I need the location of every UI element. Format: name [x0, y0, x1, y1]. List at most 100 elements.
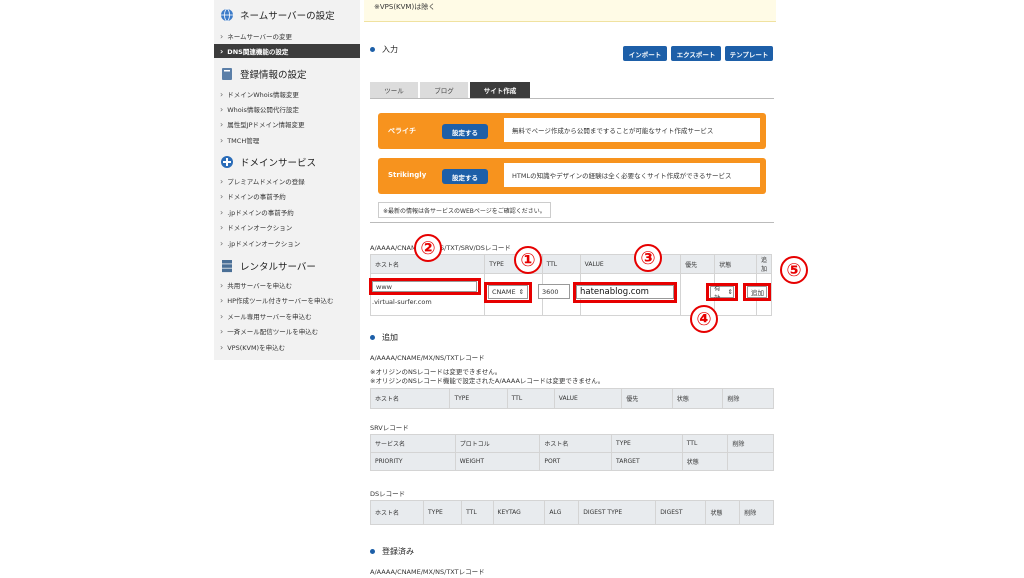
setup-button[interactable]: 設定する — [442, 169, 488, 184]
sidebar-item-whois[interactable]: ドメインWhois情報変更 — [214, 87, 360, 101]
col-keytag: KEYTAG — [492, 500, 546, 525]
section-title-text: 追加 — [382, 333, 398, 342]
sidebar-item-mail-server[interactable]: メール専用サーバーを申込む — [214, 309, 360, 323]
col-host: ホスト名 — [369, 388, 451, 409]
sidebar-item-backorder[interactable]: ドメインの事前予約 — [214, 189, 360, 203]
bullet-icon — [370, 335, 375, 340]
col-ttl: TTL — [541, 254, 581, 274]
col-type: TYPE — [611, 434, 683, 453]
input-section-title: 入力 — [370, 44, 398, 55]
form-divider — [370, 222, 774, 223]
sidebar: ネームサーバーの設定 ネームサーバーの変更 DNS関連機能の設定 登録情報の設定… — [214, 0, 360, 360]
col-alg: ALG — [544, 500, 580, 525]
highlight-value — [573, 282, 677, 303]
tab-bar: ツール ブログ サイト作成 — [370, 82, 532, 98]
service-name: ペライチ — [388, 127, 416, 135]
tab-divider — [370, 98, 774, 99]
sidebar-item-bulk-mail[interactable]: 一斉メール配信ツールを申込む — [214, 324, 360, 338]
service-desc: 無料でページ作成から公開まですることが可能なサイト作成サービス — [504, 118, 760, 142]
service-desc: HTMLの知識やデザインの経験は全く必要なくサイト作成ができるサービス — [504, 163, 760, 187]
service-note: ※最新の情報は各サービスのWEBページをご確認ください。 — [378, 202, 551, 218]
sidebar-item-premium[interactable]: プレミアムドメインの登録 — [214, 174, 360, 188]
section-title-text: 登録済み — [382, 547, 414, 556]
tab-tool[interactable]: ツール — [370, 82, 418, 98]
ds-caption: DSレコード — [370, 490, 406, 498]
highlight-status — [706, 283, 738, 301]
sidebar-item-jp-info[interactable]: 属性型JPドメイン情報変更 — [214, 117, 360, 131]
col-type: TYPE — [449, 388, 508, 409]
sidebar-item-auction[interactable]: ドメインオークション — [214, 220, 360, 234]
template-button[interactable]: テンプレート — [725, 46, 773, 61]
col-delete: 削除 — [722, 388, 774, 409]
col-type: TYPE — [422, 500, 463, 525]
import-button[interactable]: インポート — [623, 46, 667, 61]
book-icon — [220, 67, 234, 81]
col-weight: WEIGHT — [454, 452, 541, 471]
service-peraichi: ペライチ 設定する 無料でページ作成から公開まですることが可能なサイト作成サービ… — [378, 113, 766, 149]
col-delete: 削除 — [739, 500, 774, 525]
tab-site-builder[interactable]: サイト作成 — [470, 82, 530, 98]
add-note-2: ※オリジンのNSレコード機能で設定されたA/AAAAレコードは変更できません。 — [370, 377, 605, 385]
sidebar-item-vps[interactable]: VPS(KVM)を申込む — [214, 340, 360, 354]
bullet-icon — [370, 549, 375, 554]
sidebar-item-jp-backorder[interactable]: .jpドメインの事前予約 — [214, 205, 360, 219]
col-add: 追加 — [755, 254, 773, 274]
highlight-type — [484, 282, 532, 303]
highlight-add — [743, 283, 771, 301]
col-target: TARGET — [611, 452, 683, 471]
annotation-1: ① — [514, 246, 542, 274]
sidebar-section-rental-server: レンタルサーバー — [220, 259, 316, 273]
sidebar-item-tmch[interactable]: TMCH管理 — [214, 133, 360, 147]
sidebar-section-title: 登録情報の設定 — [240, 70, 307, 81]
sidebar-item-shared-server[interactable]: 共用サーバーを申込む — [214, 278, 360, 292]
sidebar-item-hp-server[interactable]: HP作成ツール付きサーバーを申込む — [214, 293, 360, 307]
highlight-host — [369, 278, 481, 295]
col-value: VALUE — [553, 388, 623, 409]
registered-caption: A/AAAA/CNAME/MX/NS/TXTレコード — [370, 568, 485, 576]
server-icon — [220, 259, 234, 273]
domain-suffix: .virtual-surfer.com — [372, 298, 432, 306]
setup-button[interactable]: 設定する — [442, 124, 488, 139]
sidebar-section-domain-service: ドメインサービス — [220, 155, 316, 169]
ttl-input[interactable]: 3600 — [538, 284, 570, 299]
sidebar-item-whois-proxy[interactable]: Whois情報公開代行設定 — [214, 102, 360, 116]
col-value: VALUE — [579, 254, 682, 274]
col-priority: 優先 — [621, 388, 673, 409]
srv-caption: SRVレコード — [370, 424, 409, 432]
col-digest: DIGEST — [655, 500, 707, 525]
annotation-5: ⑤ — [780, 256, 808, 284]
srv-record-table: サービス名 プロトコル ホスト名 TYPE TTL 削除 PRIORITY WE… — [370, 434, 774, 471]
col-ttl: TTL — [506, 388, 555, 409]
add-record-table: ホスト名 TYPE TTL VALUE 優先 状態 削除 — [369, 388, 774, 409]
col-status: 状態 — [681, 452, 729, 471]
plus-icon — [220, 155, 234, 169]
ds-record-table: ホスト名 TYPE TTL KEYTAG ALG DIGEST TYPE DIG… — [370, 500, 774, 525]
col-status: 状態 — [671, 388, 724, 409]
section-title-text: 入力 — [382, 45, 398, 54]
sidebar-section-title: レンタルサーバー — [240, 262, 316, 273]
col-status: 状態 — [705, 500, 741, 525]
col-ttl: TTL — [461, 500, 494, 525]
add-section-title: 追加 — [370, 332, 398, 343]
export-button[interactable]: エクスポート — [671, 46, 721, 61]
globe-icon — [220, 8, 234, 22]
sidebar-section-registration: 登録情報の設定 — [220, 67, 307, 81]
service-strikingly: Strikingly 設定する HTMLの知識やデザインの経験は全く必要なくサイ… — [378, 158, 766, 194]
sidebar-item-ns-change[interactable]: ネームサーバーの変更 — [214, 29, 360, 43]
col-host: ホスト名 — [370, 500, 424, 525]
col-host: ホスト名 — [539, 434, 613, 453]
col-digest-type: DIGEST TYPE — [578, 500, 657, 525]
sidebar-section-nameserver: ネームサーバーの設定 — [220, 8, 335, 22]
add-caption: A/AAAA/CNAME/MX/NS/TXTレコード — [370, 354, 485, 362]
service-name: Strikingly — [388, 171, 427, 179]
sidebar-item-jp-auction[interactable]: .jpドメインオークション — [214, 236, 360, 250]
col-ttl: TTL — [681, 434, 729, 453]
col-status: 状態 — [714, 254, 757, 274]
col-port: PORT — [539, 452, 613, 471]
col-delete: 削除 — [727, 434, 774, 453]
col-protocol: プロトコル — [454, 434, 541, 453]
sidebar-item-dns[interactable]: DNS関連機能の設定 — [214, 44, 360, 58]
annotation-3: ③ — [634, 244, 662, 272]
tab-blog[interactable]: ブログ — [420, 82, 468, 98]
sidebar-section-title: ドメインサービス — [240, 158, 317, 169]
